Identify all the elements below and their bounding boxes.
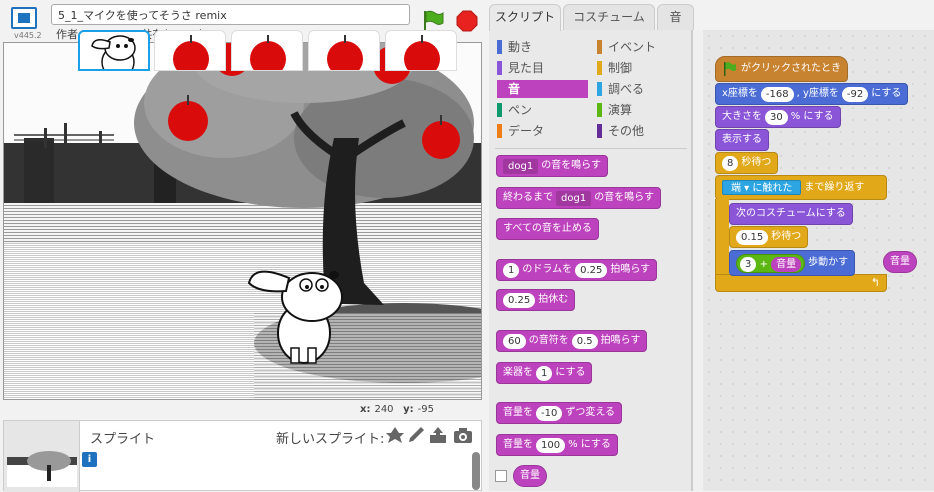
block-set-volume[interactable]: 音量を 100 % にする bbox=[496, 434, 618, 456]
block-wait-inner[interactable]: 0.15 秒待つ bbox=[729, 226, 809, 248]
mouse-coordinates: x: 240 y: -95 bbox=[360, 404, 434, 415]
y-label: y: bbox=[403, 404, 414, 415]
green-flag-icon bbox=[724, 62, 736, 76]
camera-icon[interactable] bbox=[453, 426, 473, 444]
tab-sounds[interactable]: 音 bbox=[657, 4, 694, 30]
category-control[interactable]: 制御 bbox=[597, 59, 632, 77]
block-set-size[interactable]: 大きさを 30 % にする bbox=[715, 106, 841, 128]
block-go-to-xy[interactable]: x座標を -168 , y座標を -92 にする bbox=[715, 83, 909, 105]
sprite-thumb-apple[interactable] bbox=[385, 30, 457, 71]
stage-scene bbox=[4, 43, 481, 399]
category-sensing[interactable]: 調べる bbox=[597, 80, 644, 98]
block-play-note[interactable]: 60 の音符を 0.5 拍鳴らす bbox=[496, 330, 648, 352]
category-events[interactable]: イベント bbox=[597, 38, 656, 56]
category-more[interactable]: その他 bbox=[597, 122, 644, 140]
block-next-costume[interactable]: 次のコスチュームにする bbox=[729, 203, 853, 225]
stop-icon[interactable] bbox=[456, 10, 478, 32]
sprite-pane: スプライト 新しいスプライト: bbox=[3, 420, 482, 492]
y-value: -95 bbox=[417, 404, 434, 415]
block-play-sound-until-done[interactable]: 終わるまで dog1 の音を鳴らす bbox=[496, 187, 661, 209]
version-label: v445.2 bbox=[14, 31, 42, 40]
upload-icon[interactable] bbox=[428, 426, 448, 444]
category-operators[interactable]: 演算 bbox=[597, 101, 632, 119]
sprites-label: スプライト bbox=[90, 432, 156, 447]
sprite-thumb-apple[interactable] bbox=[154, 30, 226, 71]
stage[interactable] bbox=[3, 42, 482, 400]
operator-add[interactable]: 3 + 音量 bbox=[736, 253, 806, 273]
paint-brush-icon[interactable] bbox=[406, 426, 426, 444]
reporter-volume[interactable]: 音量 bbox=[513, 465, 547, 487]
sprite-thumb-apple[interactable] bbox=[231, 30, 303, 71]
sprite-info-icon[interactable]: i bbox=[82, 452, 97, 467]
x-value: 240 bbox=[374, 404, 394, 415]
stage-thumbnail[interactable] bbox=[4, 421, 80, 492]
block-set-instrument[interactable]: 楽器を 1 にする bbox=[496, 362, 593, 384]
sprite-library-icon[interactable] bbox=[385, 426, 405, 444]
touching-edge-condition[interactable]: 端 ▾ に触れた bbox=[722, 180, 802, 195]
block-rest[interactable]: 0.25 拍休む bbox=[496, 289, 576, 311]
tab-scripts[interactable]: スクリプト bbox=[489, 4, 561, 31]
block-move-steps[interactable]: 3 + 音量 歩動かす bbox=[729, 250, 856, 276]
tab-costumes[interactable]: コスチューム bbox=[563, 4, 655, 30]
block-stop-all-sounds[interactable]: すべての音を止める bbox=[496, 218, 599, 240]
block-palette: 動き イベント 見た目 制御 音 調べる ペン 演算 データ その他 dog1 … bbox=[489, 30, 692, 491]
script-area[interactable]: がクリックされたとき x座標を -168 , y座標を -92 にする 大きさを… bbox=[703, 30, 934, 491]
block-play-sound[interactable]: dog1 の音を鳴らす bbox=[496, 155, 608, 177]
palette-divider bbox=[495, 148, 687, 149]
sprite-list-scrollbar[interactable] bbox=[472, 452, 480, 490]
fullscreen-icon[interactable] bbox=[11, 7, 37, 29]
category-data[interactable]: データ bbox=[497, 122, 544, 140]
block-show[interactable]: 表示する bbox=[715, 129, 769, 151]
block-play-drum[interactable]: 1 のドラムを 0.25 拍鳴らす bbox=[496, 259, 658, 281]
sprite-thumb-dog[interactable] bbox=[78, 30, 150, 71]
volume-checkbox[interactable] bbox=[495, 470, 507, 482]
category-sound[interactable]: 音 bbox=[497, 80, 588, 98]
sprite-list bbox=[78, 30, 478, 71]
block-when-flag-clicked[interactable]: がクリックされたとき bbox=[715, 56, 848, 82]
sprite-thumb-apple[interactable] bbox=[308, 30, 380, 71]
category-pen[interactable]: ペン bbox=[497, 101, 532, 119]
x-label: x: bbox=[360, 404, 371, 415]
reporter-volume-loose[interactable]: 音量 bbox=[883, 251, 917, 273]
category-motion[interactable]: 動き bbox=[497, 38, 532, 56]
category-looks[interactable]: 見た目 bbox=[497, 59, 544, 77]
new-sprite-label: 新しいスプライト: bbox=[276, 432, 385, 447]
script-area-edge bbox=[692, 30, 703, 491]
block-change-volume[interactable]: 音量を -10 ずつ変える bbox=[496, 402, 623, 424]
project-title-input[interactable] bbox=[51, 4, 410, 25]
block-wait[interactable]: 8 秒待つ bbox=[715, 152, 779, 174]
